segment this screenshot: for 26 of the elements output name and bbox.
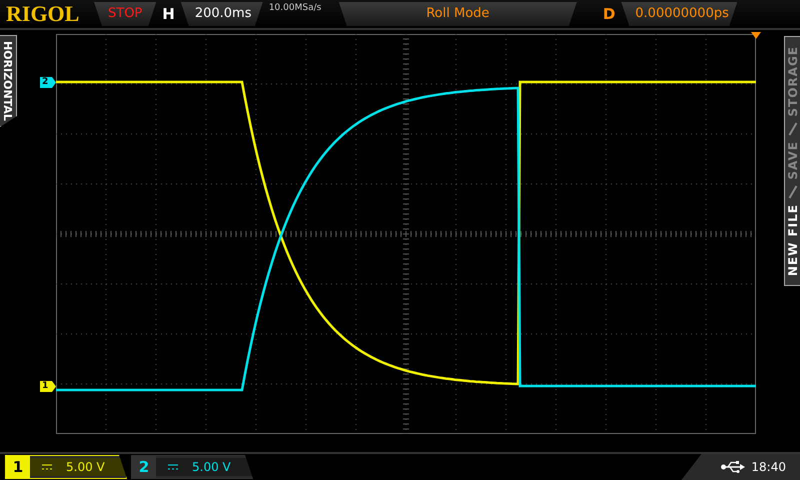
run-status[interactable]: STOP	[94, 2, 156, 26]
trigger-mode[interactable]: Roll Mode	[338, 2, 577, 26]
channel-scale: 5.00 V	[192, 460, 231, 474]
menu-item[interactable]: SAVE	[786, 140, 800, 180]
horizontal-menu-tab[interactable]: HORIZONTAL	[0, 35, 17, 127]
sample-rate: 10.00MSa/s	[268, 3, 322, 13]
brand-logo: RIGOL	[6, 1, 80, 27]
timebase-value[interactable]: 200.0ms	[180, 2, 263, 26]
storage-menu-tab[interactable]: NEW FILE SAVE STORAGE	[784, 36, 800, 286]
dc-coupling-icon	[168, 464, 178, 470]
usb-icon	[721, 461, 746, 473]
channel-scale-tab[interactable]: 2 5.00 V	[131, 455, 253, 479]
delay-label: D	[602, 5, 616, 23]
menu-item[interactable]: STORAGE	[786, 46, 800, 116]
channel-marker[interactable]: 2	[40, 77, 56, 88]
channel-number: 2	[132, 456, 156, 478]
menu-item[interactable]: NEW FILE	[786, 204, 800, 276]
channel-number: 1	[6, 456, 30, 478]
delay-value[interactable]: 0.00000000ps	[621, 2, 738, 26]
channel-marker[interactable]: 1	[40, 381, 56, 392]
horizontal-label: H	[162, 5, 175, 23]
channel-scale-tab[interactable]: 1 5.00 V	[5, 455, 127, 479]
dc-coupling-icon	[42, 464, 52, 470]
trigger-position-icon	[751, 32, 761, 39]
clock-time: 18:40	[751, 460, 786, 474]
channel-scale: 5.00 V	[66, 460, 105, 474]
